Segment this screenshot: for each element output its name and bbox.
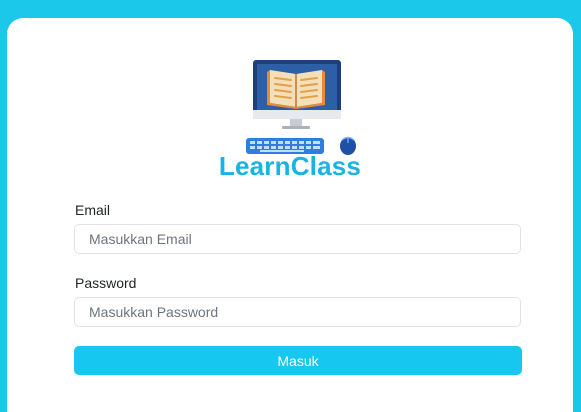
email-field[interactable] [74, 224, 521, 254]
email-label: Email [75, 202, 111, 218]
login-card: LearnClass Email Password Masuk [7, 18, 573, 412]
password-label: Password [75, 275, 137, 291]
app-title: LearnClass [218, 151, 362, 181]
password-field[interactable] [74, 297, 521, 327]
login-button[interactable]: Masuk [74, 346, 522, 375]
computer-book-icon [246, 58, 366, 160]
